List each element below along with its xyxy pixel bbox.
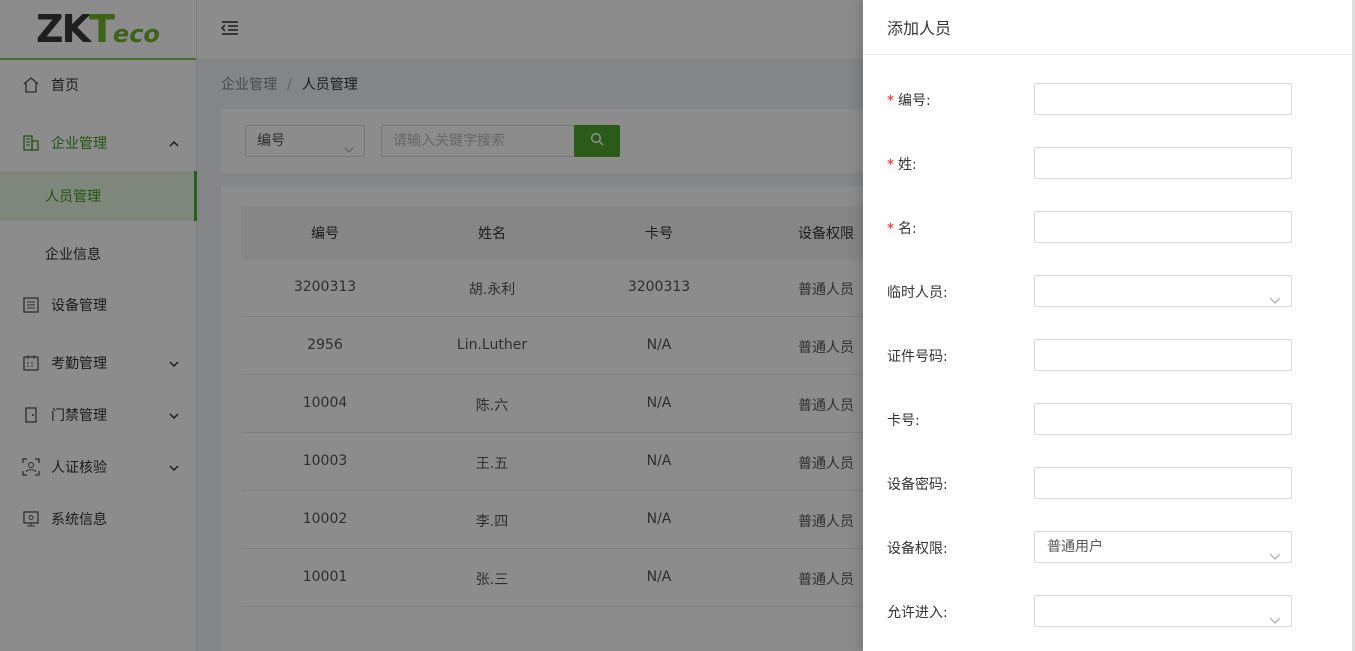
device-permission-select[interactable]: 普通用户	[1034, 531, 1292, 563]
form-row-device-password: 设备密码:	[863, 467, 1355, 499]
chevron-down-icon	[1269, 286, 1281, 316]
device-password-field[interactable]	[1034, 467, 1292, 499]
add-person-drawer: 添加人员 * 编号: * 姓: * 名: 临时人员: 证件号码: 卡号: 设备密码: …	[863, 0, 1355, 651]
field-label: * 姓:	[887, 157, 917, 173]
first-name-field[interactable]	[1034, 211, 1292, 243]
form-row-temporary: 临时人员:	[863, 275, 1355, 307]
form-row-id: * 编号:	[863, 83, 1355, 115]
form-row-device-permission: 设备权限: 普通用户	[863, 531, 1355, 563]
field-label: 设备密码:	[887, 477, 948, 493]
form-row-id-number: 证件号码:	[863, 339, 1355, 371]
form-row-card: 卡号:	[863, 403, 1355, 435]
form-row-first-name: * 名:	[863, 211, 1355, 243]
card-number-field[interactable]	[1034, 403, 1292, 435]
field-label: * 编号:	[887, 93, 931, 109]
field-label: 卡号:	[887, 413, 920, 429]
field-label: 证件号码:	[887, 349, 948, 365]
allow-entry-select[interactable]	[1034, 595, 1292, 627]
chevron-down-icon	[1269, 606, 1281, 636]
field-label: 允许进入:	[887, 605, 948, 621]
temporary-person-select[interactable]	[1034, 275, 1292, 307]
form-row-allow-entry: 允许进入:	[863, 595, 1355, 627]
id-field[interactable]	[1034, 83, 1292, 115]
drawer-overlay-mask[interactable]	[0, 0, 863, 651]
drawer-title: 添加人员	[863, 0, 1355, 55]
form-row-last-name: * 姓:	[863, 147, 1355, 179]
id-number-field[interactable]	[1034, 339, 1292, 371]
field-label: 设备权限:	[887, 541, 948, 557]
chevron-down-icon	[1269, 542, 1281, 572]
field-label: * 名:	[887, 221, 917, 237]
field-label: 临时人员:	[887, 285, 948, 301]
last-name-field[interactable]	[1034, 147, 1292, 179]
